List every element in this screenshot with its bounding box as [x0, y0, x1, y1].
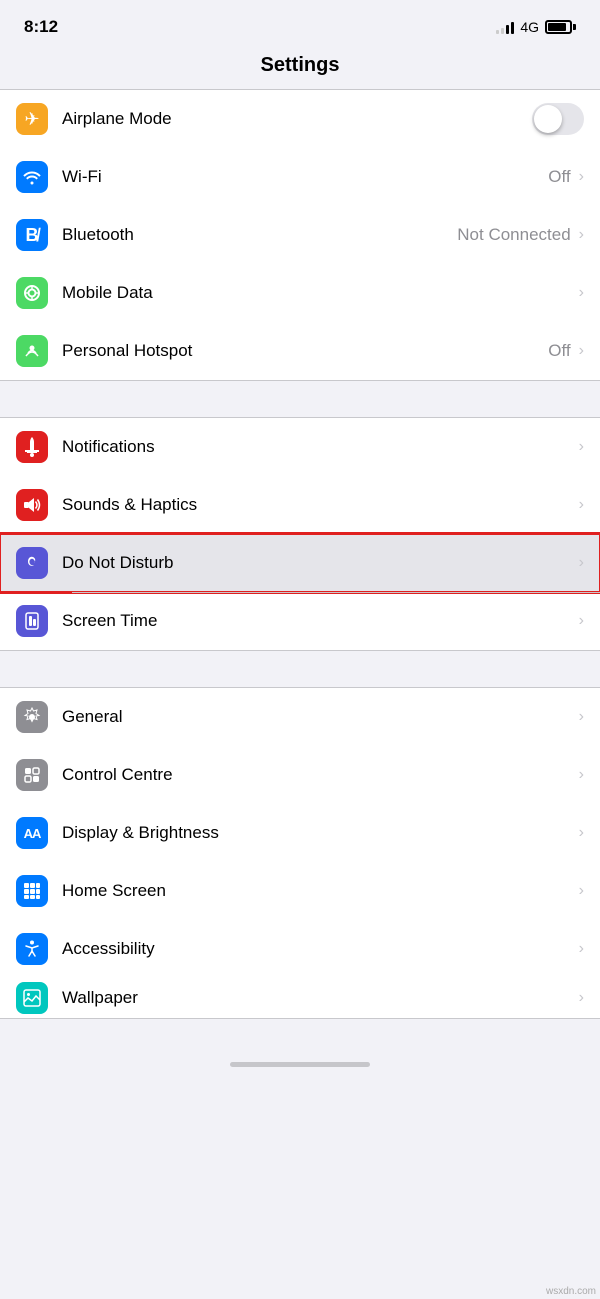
screen-time-chevron: ›: [579, 612, 584, 630]
screen-time-icon: [16, 605, 48, 637]
display-brightness-chevron: ›: [579, 824, 584, 842]
display-brightness-icon: AA: [16, 817, 48, 849]
home-screen-row[interactable]: Home Screen ›: [0, 862, 600, 920]
home-indicator: [230, 1062, 370, 1067]
mobile-data-label: Mobile Data: [62, 283, 577, 303]
signal-bars-icon: [496, 20, 514, 34]
home-screen-chevron: ›: [579, 882, 584, 900]
mobile-data-chevron: ›: [579, 284, 584, 302]
status-time: 8:12: [24, 17, 58, 37]
mobile-data-row[interactable]: Mobile Data ›: [0, 264, 600, 322]
sounds-haptics-label: Sounds & Haptics: [62, 495, 577, 515]
airplane-mode-label: Airplane Mode: [62, 109, 524, 129]
bluetooth-icon: B̸: [16, 219, 48, 251]
home-screen-icon: [16, 875, 48, 907]
watermark: wsxdn.com: [546, 1286, 596, 1297]
bluetooth-label: Bluetooth: [62, 225, 457, 245]
wifi-row[interactable]: Wi-Fi Off ›: [0, 148, 600, 206]
home-screen-label: Home Screen: [62, 881, 577, 901]
control-centre-row[interactable]: Control Centre ›: [0, 746, 600, 804]
page-title: Settings: [0, 50, 600, 89]
sounds-haptics-row[interactable]: Sounds & Haptics ›: [0, 476, 600, 534]
personal-hotspot-value: Off: [548, 341, 570, 361]
general-icon: [16, 701, 48, 733]
wifi-icon: [16, 161, 48, 193]
bluetooth-value: Not Connected: [457, 225, 570, 245]
display-brightness-label: Display & Brightness: [62, 823, 577, 843]
wifi-value: Off: [548, 167, 570, 187]
do-not-disturb-chevron: ›: [579, 554, 584, 572]
control-centre-label: Control Centre: [62, 765, 577, 785]
status-bar: 8:12 4G: [0, 0, 600, 50]
wallpaper-row[interactable]: Wallpaper ›: [0, 978, 600, 1018]
airplane-mode-row[interactable]: ✈ Airplane Mode: [0, 90, 600, 148]
wallpaper-chevron: ›: [579, 989, 584, 1007]
wallpaper-icon: [16, 982, 48, 1014]
airplane-mode-icon: ✈: [16, 103, 48, 135]
control-centre-icon: [16, 759, 48, 791]
notifications-icon: [16, 431, 48, 463]
connectivity-section: ✈ Airplane Mode Wi-Fi Off › B̸ Bluetooth…: [0, 89, 600, 381]
system-section: Notifications › Sounds & Haptics › Do No…: [0, 417, 600, 651]
display-brightness-row[interactable]: AA Display & Brightness ›: [0, 804, 600, 862]
notifications-row[interactable]: Notifications ›: [0, 418, 600, 476]
wifi-chevron: ›: [579, 168, 584, 186]
personal-hotspot-label: Personal Hotspot: [62, 341, 548, 361]
display-section: General › Control Centre › AA Display & …: [0, 687, 600, 1019]
personal-hotspot-icon: [16, 335, 48, 367]
general-chevron: ›: [579, 708, 584, 726]
screen-time-label: Screen Time: [62, 611, 577, 631]
accessibility-icon: [16, 933, 48, 965]
mobile-data-icon: [16, 277, 48, 309]
control-centre-chevron: ›: [579, 766, 584, 784]
status-icons: 4G: [496, 19, 576, 35]
bluetooth-row[interactable]: B̸ Bluetooth Not Connected ›: [0, 206, 600, 264]
do-not-disturb-label: Do Not Disturb: [62, 553, 577, 573]
personal-hotspot-row[interactable]: Personal Hotspot Off ›: [0, 322, 600, 380]
airplane-mode-toggle[interactable]: [532, 103, 584, 135]
wifi-label: Wi-Fi: [62, 167, 548, 187]
wallpaper-label: Wallpaper: [62, 988, 577, 1008]
personal-hotspot-chevron: ›: [579, 342, 584, 360]
accessibility-chevron: ›: [579, 940, 584, 958]
accessibility-row[interactable]: Accessibility ›: [0, 920, 600, 978]
notifications-label: Notifications: [62, 437, 577, 457]
general-label: General: [62, 707, 577, 727]
bluetooth-chevron: ›: [579, 226, 584, 244]
section-gap-2: [0, 651, 600, 687]
screen-time-row[interactable]: Screen Time ›: [0, 592, 600, 650]
sounds-haptics-icon: [16, 489, 48, 521]
notifications-chevron: ›: [579, 438, 584, 456]
accessibility-label: Accessibility: [62, 939, 577, 959]
sounds-haptics-chevron: ›: [579, 496, 584, 514]
network-label: 4G: [520, 19, 539, 35]
do-not-disturb-icon: [16, 547, 48, 579]
page-title-text: Settings: [261, 54, 340, 76]
section-gap-1: [0, 381, 600, 417]
battery-icon: [545, 20, 576, 34]
general-row[interactable]: General ›: [0, 688, 600, 746]
do-not-disturb-row[interactable]: Do Not Disturb ›: [0, 534, 600, 592]
